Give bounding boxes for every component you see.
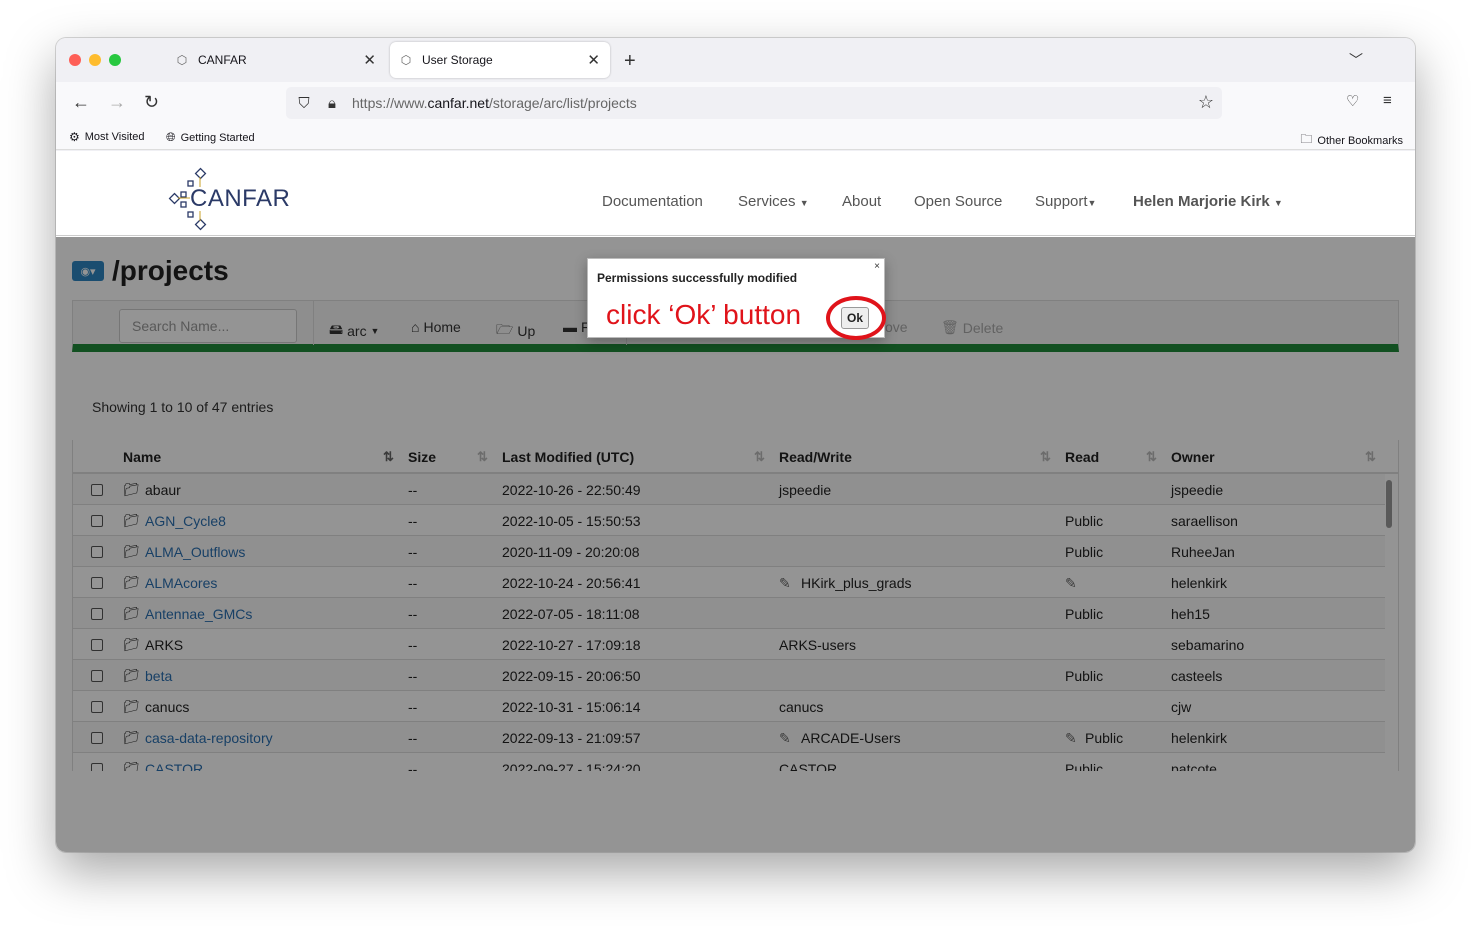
star-icon[interactable]: ☆ <box>1198 92 1214 113</box>
caret-down-icon: ▼ <box>1273 198 1283 208</box>
nav-open-source[interactable]: Open Source <box>914 193 1002 210</box>
url-bar[interactable]: ⛉ 🔒︎ https://www.canfar.net/storage/arc/… <box>286 87 1222 119</box>
logo-text: CANFAR <box>190 185 291 212</box>
bookmark-label: Getting Started <box>180 131 255 144</box>
chevron-down-icon[interactable]: ﹀ <box>1349 50 1363 70</box>
canfar-logo[interactable]: CANFAR <box>168 167 291 231</box>
tab-label: CANFAR <box>198 53 247 67</box>
url-prefix: https://www. <box>352 95 428 111</box>
tab-user-storage[interactable]: ⬡ User Storage ✕ <box>390 42 610 78</box>
user-name: Helen Marjorie Kirk <box>1133 193 1270 210</box>
close-tab-icon[interactable]: ✕ <box>587 51 600 69</box>
zoom-window-button[interactable] <box>109 54 121 66</box>
permissions-dialog: Permissions successfully modified × clic… <box>587 258 886 340</box>
storage-content: ◉▾ /projects Search Name... 🖴︎ arc ▼ ⌂ Hom… <box>56 237 1415 852</box>
puzzle-icon: ⬡ <box>400 53 412 67</box>
url-path: /storage/arc/list/projects <box>488 95 637 111</box>
nav-services-label: Services <box>738 193 796 210</box>
nav-user-menu[interactable]: Helen Marjorie Kirk ▼ <box>1133 193 1283 210</box>
nav-about[interactable]: About <box>842 193 881 210</box>
bookmark-label: Other Bookmarks <box>1317 134 1403 147</box>
annotation-text: click ‘Ok’ button <box>606 299 802 330</box>
nav-support-label: Support <box>1035 193 1088 210</box>
url-text[interactable]: https://www.canfar.net/storage/arc/list/… <box>352 95 637 111</box>
nav-support[interactable]: Support▼ <box>1035 193 1096 210</box>
lock-icon[interactable]: 🔒︎ <box>322 95 342 112</box>
globe-icon: 🌐︎ <box>166 130 176 144</box>
close-icon[interactable]: × <box>874 261 880 272</box>
menu-icon[interactable]: ≡ <box>1383 92 1392 109</box>
tab-label: User Storage <box>422 53 493 67</box>
nav-documentation[interactable]: Documentation <box>602 193 703 210</box>
bookmark-label: Most Visited <box>84 131 145 143</box>
bookmarks-bar: ⚙ Most Visited 🌐︎ Getting Started 🗀 Othe… <box>56 124 1415 150</box>
nav-services[interactable]: Services ▼ <box>738 193 809 210</box>
site-header: CANFAR Documentation Services ▼ About Op… <box>56 151 1415 236</box>
url-domain: canfar.net <box>427 95 489 111</box>
forward-arrow-icon[interactable]: → <box>108 92 126 113</box>
new-tab-icon[interactable]: + <box>624 50 636 73</box>
browser-window: ⬡ CANFAR ✕ ⬡ User Storage ✕ + ﹀ ← → ↻ ⛉ … <box>56 38 1415 852</box>
close-window-button[interactable] <box>69 54 81 66</box>
back-arrow-icon[interactable]: ← <box>72 92 90 113</box>
pocket-icon[interactable]: ♡ <box>1346 92 1359 110</box>
folder-icon: 🗀 <box>1300 132 1313 146</box>
puzzle-icon: ⬡ <box>176 53 188 67</box>
bookmark-getting-started[interactable]: 🌐︎ Getting Started <box>166 130 255 145</box>
minimize-window-button[interactable] <box>89 54 101 66</box>
caret-down-icon: ▼ <box>799 198 809 208</box>
reload-icon[interactable]: ↻ <box>144 92 159 113</box>
bookmark-most-visited[interactable]: ⚙ Most Visited <box>69 130 144 144</box>
close-tab-icon[interactable]: ✕ <box>363 51 376 69</box>
annotation-circle <box>826 296 886 340</box>
dialog-message: Permissions successfully modified <box>597 271 798 285</box>
navigation-bar: ← → ↻ ⛉ 🔒︎ https://www.canfar.net/storag… <box>56 82 1415 124</box>
tab-strip: ⬡ CANFAR ✕ ⬡ User Storage ✕ + ﹀ <box>56 38 1415 82</box>
web-page: CANFAR Documentation Services ▼ About Op… <box>56 151 1415 852</box>
caret-down-icon: ▼ <box>1087 198 1097 208</box>
bookmark-other[interactable]: 🗀 Other Bookmarks <box>1300 130 1403 151</box>
gear-icon: ⚙ <box>69 130 80 144</box>
shield-icon[interactable]: ⛉ <box>294 95 314 112</box>
tab-canfar[interactable]: ⬡ CANFAR ✕ <box>166 42 386 78</box>
